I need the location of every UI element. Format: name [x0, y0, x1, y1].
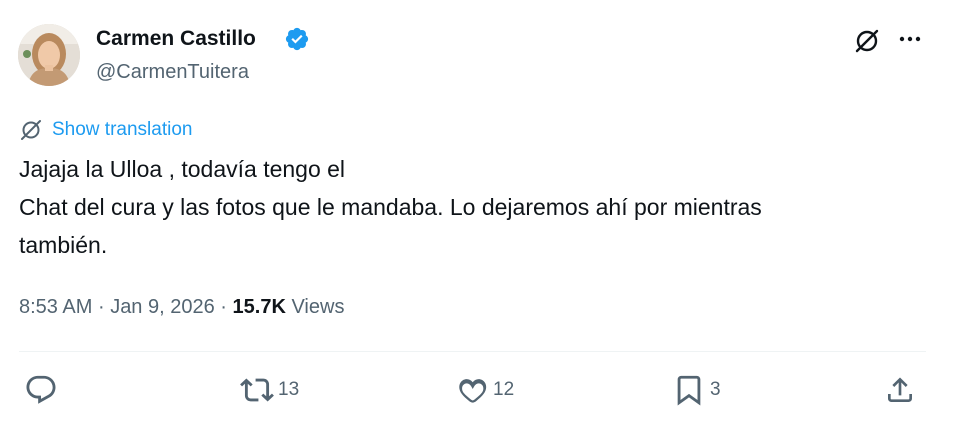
divider [19, 351, 926, 352]
tweet-text: Jajaja la Ulloa , todavía tengo el Chat … [19, 150, 939, 264]
views-count[interactable]: 15.7K [233, 296, 286, 318]
bookmark-count: 3 [710, 379, 721, 400]
views-label[interactable]: Views [291, 296, 344, 318]
reply-icon [26, 375, 56, 404]
handle[interactable]: @CarmenTuitera [96, 57, 249, 87]
more-icon[interactable] [895, 24, 925, 54]
like-button[interactable]: 12 [455, 372, 514, 408]
tweet-text-line: también. [19, 232, 108, 258]
display-name[interactable]: Carmen Castillo [96, 24, 256, 54]
share-button[interactable] [884, 372, 916, 408]
tweet-text-line: Jajaja la Ulloa , todavía tengo el [19, 156, 346, 182]
meta-separator: · [220, 296, 227, 318]
avatar-image [18, 24, 80, 86]
share-icon [888, 377, 912, 402]
tweet-text-line: Chat del cura y las fotos que le mandaba… [19, 194, 762, 220]
retweet-icon [240, 378, 274, 402]
retweet-button[interactable]: 13 [240, 372, 299, 408]
verified-badge-icon [285, 27, 309, 51]
bookmark-icon [677, 375, 701, 406]
avatar[interactable] [18, 24, 80, 86]
bookmark-button[interactable]: 3 [672, 372, 721, 408]
reply-button[interactable] [24, 372, 58, 408]
heart-icon [459, 379, 487, 403]
tweet-time[interactable]: 8:53 AM [19, 296, 92, 318]
tweet-meta: 8:53 AM · Jan 9, 2026 · 15.7K Views [19, 292, 344, 322]
translate-icon [21, 120, 41, 140]
tweet-card: Carmen Castillo @CarmenTuitera Show tran… [0, 0, 958, 432]
show-translation-link[interactable]: Show translation [20, 116, 192, 144]
tweet-date[interactable]: Jan 9, 2026 [110, 296, 215, 318]
retweet-count: 13 [278, 379, 300, 400]
meta-separator: · [97, 296, 105, 318]
like-count: 12 [493, 379, 515, 400]
grok-icon[interactable] [852, 26, 882, 56]
show-translation-label: Show translation [52, 119, 193, 140]
